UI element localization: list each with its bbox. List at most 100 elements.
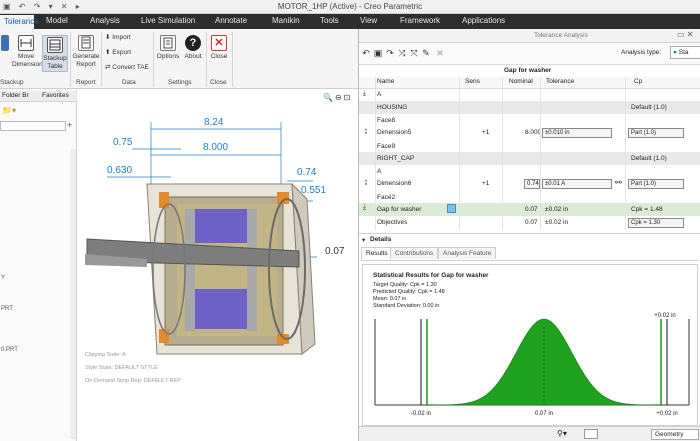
table-row[interactable]: ↨ Dimension5 +1 8.000 ±0.010 in Part (1.…: [359, 126, 700, 140]
stackup-header: Gap for washer: [359, 65, 700, 77]
tolerance-field[interactable]: ±0.010 in: [542, 128, 612, 138]
import-button[interactable]: ⬇ Import: [105, 33, 131, 41]
ribbon-tabs: Tolerance Model Analysis Live Simulation…: [0, 14, 700, 29]
ribbon-divider: [232, 32, 233, 87]
find-icon[interactable]: ⚲▾: [557, 429, 567, 438]
group-label-stackup: Stackup: [0, 79, 24, 86]
nominal-field[interactable]: 0.74: [524, 179, 540, 189]
tolerance-field[interactable]: ±0.01 A: [542, 179, 612, 189]
list-item[interactable]: PRT: [1, 306, 13, 312]
col-cp[interactable]: Cp: [634, 78, 642, 85]
ta-toolbar: ↶ ▣ ↷ ⤨ ⤧ ✎ ✕ Analysis type: ● Sta: [359, 43, 700, 65]
move-dimension-button[interactable]: Move Dimension: [12, 35, 43, 69]
navigator-tabs: Folder Br Favorites: [0, 91, 77, 102]
link-icon[interactable]: ⚯: [615, 178, 622, 187]
row-cp: Cpk = 1.48: [631, 206, 663, 213]
redo-icon[interactable]: ↷: [385, 48, 395, 58]
graphics-viewport[interactable]: 🔍⊖⊡ 8.24 8.000 0.75 0.630 0.74 0.551 0.0…: [77, 89, 358, 441]
about-button[interactable]: ? About: [182, 35, 204, 61]
table-row[interactable]: RIGHT_CAP Default (1.0): [359, 152, 700, 165]
edit-icon[interactable]: ✎: [421, 48, 431, 58]
generate-report-button[interactable]: Generate Report: [72, 35, 100, 69]
sensitivity-icon[interactable]: ⤧: [409, 48, 419, 58]
row-name: Dimension5: [377, 129, 412, 136]
stackup-table-icon: [47, 37, 63, 53]
table-row[interactable]: A: [359, 165, 700, 177]
tab-model[interactable]: Model: [46, 16, 68, 25]
convert-button[interactable]: ⇄ Convert TAE: [105, 63, 149, 71]
collapse-icon[interactable]: ▾: [362, 236, 365, 244]
cp-field[interactable]: Part (1.0): [628, 128, 684, 138]
folder-icon[interactable]: 📁▾: [2, 106, 16, 115]
col-name[interactable]: Name: [377, 78, 394, 85]
search-input[interactable]: [0, 121, 66, 131]
table-row[interactable]: Face9: [359, 140, 700, 152]
details-header[interactable]: ▾ Details: [359, 233, 700, 245]
table-row[interactable]: ⤓ Gap for washer 0.07 ±0.02 in Cpk = 1.4…: [359, 203, 700, 216]
add-icon[interactable]: +: [67, 120, 72, 130]
list-item[interactable]: Y: [1, 275, 5, 281]
cp-field[interactable]: Cpk = 1.30: [628, 218, 684, 228]
ribbon-partial-button-1[interactable]: [0, 35, 10, 53]
chart-icon: ●: [673, 49, 677, 56]
tab-annotate[interactable]: Annotate: [215, 16, 247, 25]
table-row[interactable]: HOUSING Default (1.0): [359, 101, 700, 114]
tab-live-simulation[interactable]: Live Simulation: [141, 16, 195, 25]
selection-filter-icon[interactable]: [584, 429, 598, 439]
row-name: RIGHT_CAP: [377, 155, 415, 162]
table-header: Name Sens Nominal Tolerance Cp: [359, 77, 700, 89]
dimension-label[interactable]: 0.07: [325, 246, 344, 257]
tab-view[interactable]: View: [360, 16, 377, 25]
dimension-label[interactable]: 0.551: [301, 185, 326, 196]
cp-field[interactable]: Part (1.0): [628, 179, 684, 189]
col-tolerance[interactable]: Tolerance: [546, 78, 574, 85]
dimension-label[interactable]: 0.630: [107, 165, 132, 176]
table-row[interactable]: ⤓ A: [359, 89, 700, 101]
clipping-state-text: Clipping State: A: [85, 352, 126, 358]
window-controls[interactable]: ▭ ✕: [677, 30, 693, 39]
dimension-label[interactable]: 0.75: [113, 137, 132, 148]
tab-analysis[interactable]: Analysis: [90, 16, 120, 25]
column-divider: [502, 77, 503, 230]
tab-results[interactable]: Results: [361, 247, 393, 259]
table-row[interactable]: Face2: [359, 191, 700, 203]
dimension-label[interactable]: 0.74: [297, 167, 316, 178]
generate-report-label: Generate Report: [72, 53, 100, 68]
add-dimension-icon[interactable]: ⤨: [397, 48, 407, 58]
table-row[interactable]: Face8: [359, 114, 700, 126]
x-tick-label: -0.02 in: [411, 411, 431, 417]
tab-tools[interactable]: Tools: [320, 16, 339, 25]
tab-applications[interactable]: Applications: [462, 16, 505, 25]
report-icon: [78, 35, 94, 51]
tab-folder-browser[interactable]: Folder Br: [2, 92, 29, 99]
close-label: Close: [210, 53, 228, 60]
row-nominal: 0.07: [525, 219, 538, 226]
tab-contributions[interactable]: Contributions: [390, 247, 439, 259]
stackup-table-button[interactable]: Stackup Table: [42, 35, 68, 72]
ribbon-divider: [153, 32, 154, 87]
details-label: Details: [370, 236, 392, 243]
undo-icon[interactable]: ↶: [361, 48, 371, 58]
tab-manikin[interactable]: Manikin: [272, 16, 300, 25]
filter-select[interactable]: Geometry: [651, 429, 699, 440]
tab-framework[interactable]: Framework: [400, 16, 440, 25]
export-button[interactable]: ⬆ Export: [105, 48, 131, 56]
scrollbar[interactable]: [70, 149, 76, 439]
analysis-type-select[interactable]: ● Sta: [670, 46, 700, 59]
table-row[interactable]: ↨ Dimension6 +1 0.74 ±0.01 A ⚯ Part (1.0…: [359, 177, 700, 191]
list-item[interactable]: 0.PRT: [1, 347, 18, 353]
tab-tolerance[interactable]: Tolerance: [0, 15, 39, 29]
row-name: HOUSING: [377, 104, 408, 111]
col-nominal[interactable]: Nominal: [509, 78, 533, 85]
col-sens[interactable]: Sens: [465, 78, 480, 85]
dimension-label[interactable]: 8.000: [203, 142, 228, 153]
save-icon[interactable]: ▣: [373, 48, 383, 58]
tab-analysis-feature[interactable]: Analysis Feature: [438, 247, 497, 259]
dimension-label[interactable]: 8.24: [204, 117, 223, 128]
close-button[interactable]: ✕ Close: [209, 35, 229, 61]
delete-icon[interactable]: ✕: [435, 48, 445, 58]
tab-favorites[interactable]: Favorites: [42, 92, 69, 99]
measure-icon[interactable]: [447, 204, 456, 213]
options-button[interactable]: Options: [156, 35, 180, 61]
table-row[interactable]: Objectives 0.07 ±0.02 in Cpk = 1.30: [359, 216, 700, 230]
